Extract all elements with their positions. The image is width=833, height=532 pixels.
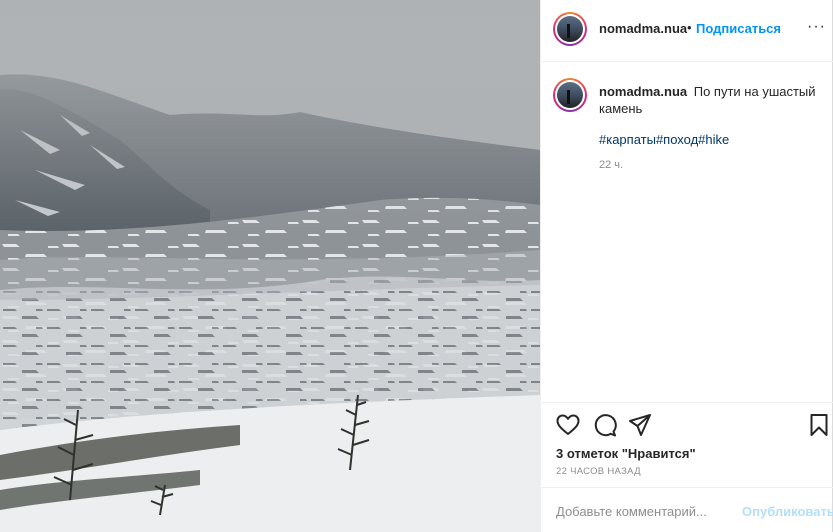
follow-button[interactable]: Подписаться (696, 21, 781, 36)
heart-icon[interactable] (555, 412, 581, 438)
share-icon[interactable] (627, 412, 653, 438)
mountain-photo (0, 0, 540, 532)
bookmark-icon[interactable] (806, 412, 832, 438)
post-time-ago: 22 ЧАСОВ НАЗАД (556, 466, 641, 477)
caption-avatar[interactable] (553, 78, 587, 112)
post-caption: nomadma.nua По пути на ушастый камень #к… (541, 62, 833, 402)
header-username[interactable]: nomadma.nua (599, 21, 687, 36)
likes-count[interactable]: 3 отметок "Нравится" (556, 446, 696, 461)
caption-time: 22 ч. (599, 159, 624, 171)
comment-input[interactable] (556, 500, 736, 522)
caption-username[interactable]: nomadma.nua (599, 84, 687, 99)
caption-text-block: nomadma.nua По пути на ушастый камень (599, 83, 819, 117)
instagram-post: nomadma.nua • Подписаться ··· nomadma.nu… (0, 0, 833, 532)
comment-bar: Опубликовать (541, 487, 833, 532)
separator-dot: • (687, 20, 692, 35)
more-options-icon[interactable]: ··· (807, 18, 826, 36)
post-header: nomadma.nua • Подписаться ··· (541, 0, 833, 62)
avatar[interactable] (553, 12, 587, 46)
post-actions: 3 отметок "Нравится" 22 ЧАСОВ НАЗАД (541, 402, 833, 487)
publish-button[interactable]: Опубликовать (742, 504, 833, 519)
comment-icon[interactable] (592, 412, 618, 438)
post-photo[interactable] (0, 0, 540, 532)
caption-hashtags[interactable]: #карпаты#поход#hike (599, 132, 729, 147)
post-details-pane: nomadma.nua • Подписаться ··· nomadma.nu… (540, 0, 833, 532)
